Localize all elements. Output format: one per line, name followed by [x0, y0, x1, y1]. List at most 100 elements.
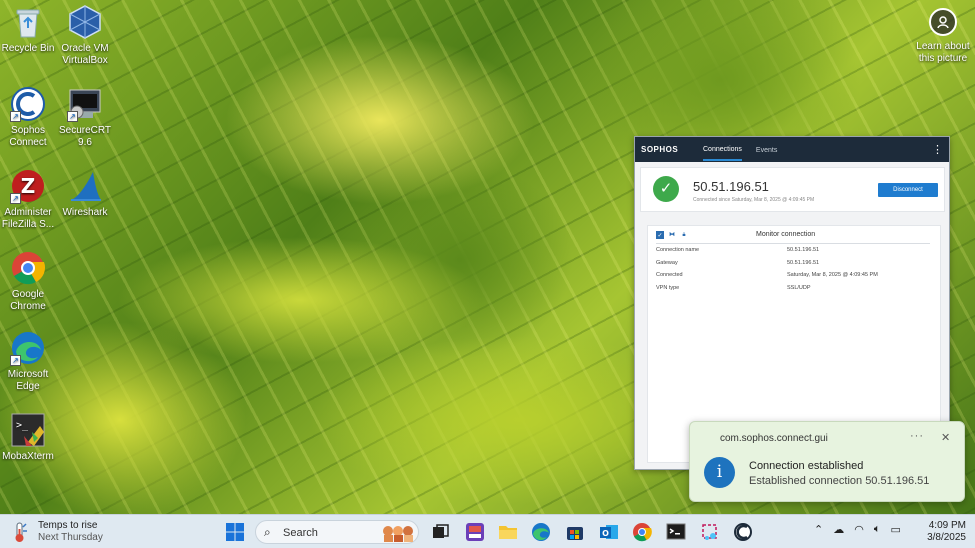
- sophos-connect-icon: ↗: [10, 86, 46, 122]
- system-tray: ⌃ ☁ ◠ 🔈︎ ▭: [814, 523, 901, 536]
- weather-line1: Temps to rise: [38, 520, 98, 531]
- search-box[interactable]: ⌕ Search: [255, 520, 419, 544]
- desktop-icon-virtualbox[interactable]: Oracle VM VirtualBox: [53, 4, 117, 67]
- camera-info-icon: [929, 8, 957, 36]
- select-checkbox-icon[interactable]: ✓: [656, 231, 664, 239]
- toast-body: Established connection 50.51.196.51: [749, 475, 930, 487]
- shortcut-arrow-icon: ↗: [10, 355, 21, 366]
- detail-key: Gateway: [656, 259, 678, 266]
- more-options-icon[interactable]: ···: [910, 430, 924, 442]
- edge-icon[interactable]: [530, 521, 552, 543]
- connection-card: ✓ 50.51.196.51 Connected since Saturday,…: [640, 167, 945, 212]
- desktop-icon-label: Microsoft Edge: [7, 369, 49, 392]
- desktop-icon-label: SecureCRT 9.6: [58, 125, 112, 148]
- snipping-tool-icon[interactable]: [699, 521, 721, 543]
- filezilla-icon: Z ↗: [10, 168, 46, 204]
- detail-value: 50.51.196.51: [787, 247, 820, 253]
- chevron-up-icon[interactable]: ⌃: [814, 523, 823, 536]
- detail-value: 50.51.196.51: [787, 259, 820, 266]
- shortcut-arrow-icon: ↗: [10, 193, 21, 204]
- desktop-icon-filezilla[interactable]: Z ↗ Administer FileZilla S...: [0, 168, 60, 231]
- tab-connections[interactable]: Connections: [703, 139, 742, 161]
- desktop-icon-label: Recycle Bin: [1, 43, 55, 54]
- search-icon: ⌕: [264, 525, 271, 539]
- wireshark-icon: [67, 168, 103, 204]
- desktop-icon-label: Oracle VM VirtualBox: [61, 43, 109, 66]
- desktop-icon-chrome[interactable]: Google Chrome: [0, 250, 60, 313]
- detail-value: SSL/UDP: [787, 284, 811, 291]
- desktop-icon-label: Wireshark: [62, 207, 108, 218]
- close-icon[interactable]: ✕: [941, 431, 950, 444]
- link-icon[interactable]: ⧓: [668, 231, 676, 239]
- weather-line2: Next Thursday: [38, 532, 103, 543]
- weather-widget[interactable]: Temps to rise Next Thursday: [10, 520, 103, 544]
- search-highlight-icon: [380, 524, 416, 542]
- monitor-title: Monitor connection: [756, 231, 816, 238]
- clock-time: 4:09 PM: [928, 520, 966, 531]
- chrome-icon: [10, 250, 46, 286]
- mobaxterm-icon: >_: [10, 412, 46, 448]
- connection-since: Connected since Saturday, Mar 8, 2025 @ …: [693, 197, 815, 203]
- virtualbox-icon: [67, 4, 103, 40]
- connected-check-icon: ✓: [653, 176, 679, 202]
- news-icon[interactable]: [464, 521, 486, 543]
- volume-muted-icon[interactable]: 🔈︎: [874, 523, 881, 536]
- file-explorer-icon[interactable]: [497, 521, 519, 543]
- sophos-header: SOPHOS Connections Events ⋮: [635, 137, 949, 162]
- learn-about-picture[interactable]: Learn about this picture: [915, 8, 971, 65]
- desktop-icon-label: Google Chrome: [10, 289, 46, 312]
- outlook-icon[interactable]: O: [598, 521, 620, 543]
- monitor-header: ✓ ⧓ 🔒︎ Monitor connection: [656, 230, 930, 244]
- detail-key: Connection name: [656, 247, 700, 253]
- desktop-icon-label: Sophos Connect: [9, 125, 47, 148]
- desktop-icon-wireshark[interactable]: Wireshark: [53, 168, 117, 219]
- more-options-icon[interactable]: ⋮: [932, 143, 943, 156]
- clock-date: 3/8/2025: [927, 532, 966, 543]
- sophos-connect-window: SOPHOS Connections Events ⋮ ✓ 50.51.196.…: [634, 136, 950, 470]
- detail-row: Connection name 50.51.196.51: [656, 244, 930, 257]
- svg-text:Z: Z: [21, 174, 36, 198]
- detail-row: Gateway 50.51.196.51: [656, 257, 930, 270]
- toast-title: Connection established: [749, 460, 864, 472]
- securecrt-icon: ↗: [67, 86, 103, 122]
- shortcut-arrow-icon: ↗: [67, 111, 78, 122]
- detail-value: Saturday, Mar 8, 2025 @ 4:09:45 PM: [787, 272, 878, 278]
- desktop-icon-edge[interactable]: ↗ Microsoft Edge: [0, 330, 60, 393]
- sophos-logo: SOPHOS: [641, 145, 679, 154]
- taskbar: Temps to rise Next Thursday ⌕ Search O ⌃…: [0, 514, 975, 548]
- search-placeholder: Search: [283, 527, 318, 539]
- thermometer-icon: [10, 521, 30, 543]
- disconnect-button[interactable]: Disconnect: [878, 183, 938, 197]
- desktop-icon-sophos-connect[interactable]: ↗ Sophos Connect: [0, 86, 60, 149]
- detail-row: Connected Saturday, Mar 8, 2025 @ 4:09:4…: [656, 269, 930, 282]
- cloud-icon[interactable]: ☁: [833, 523, 844, 536]
- svg-text:O: O: [602, 529, 609, 538]
- desktop-icon-securecrt[interactable]: ↗ SecureCRT 9.6: [53, 86, 117, 149]
- learn-about-label: Learn about this picture: [916, 41, 970, 64]
- wifi-icon[interactable]: ◠: [854, 523, 864, 536]
- chrome-icon[interactable]: [631, 521, 653, 543]
- desktop-icon-mobaxterm[interactable]: >_ MobaXterm: [0, 412, 60, 463]
- recycle-bin-icon: [10, 4, 46, 40]
- notification-toast[interactable]: com.sophos.connect.gui ··· ✕ i Connectio…: [689, 421, 965, 502]
- shortcut-arrow-icon: ↗: [10, 111, 21, 122]
- start-icon[interactable]: [224, 521, 246, 543]
- desktop-icon-recycle-bin[interactable]: Recycle Bin: [0, 4, 60, 55]
- tab-events[interactable]: Events: [756, 140, 777, 160]
- desktop-icon-label: Administer FileZilla S...: [1, 207, 55, 230]
- edge-icon: ↗: [10, 330, 46, 366]
- terminal-icon[interactable]: [665, 521, 687, 543]
- sophos-icon[interactable]: [732, 521, 754, 543]
- info-icon: i: [704, 457, 735, 488]
- detail-key: VPN type: [656, 284, 680, 291]
- desktop-icon-label: MobaXterm: [2, 451, 54, 462]
- toast-app-name: com.sophos.connect.gui: [720, 433, 828, 444]
- connection-ip: 50.51.196.51: [693, 179, 769, 194]
- store-icon[interactable]: [564, 521, 586, 543]
- lock-icon[interactable]: 🔒︎: [680, 231, 688, 239]
- svg-text:>_: >_: [16, 420, 29, 431]
- clock[interactable]: 4:09 PM 3/8/2025: [922, 520, 966, 544]
- detail-key: Connected: [656, 272, 683, 278]
- task-view-icon[interactable]: [429, 521, 451, 543]
- battery-icon[interactable]: ▭: [890, 523, 900, 536]
